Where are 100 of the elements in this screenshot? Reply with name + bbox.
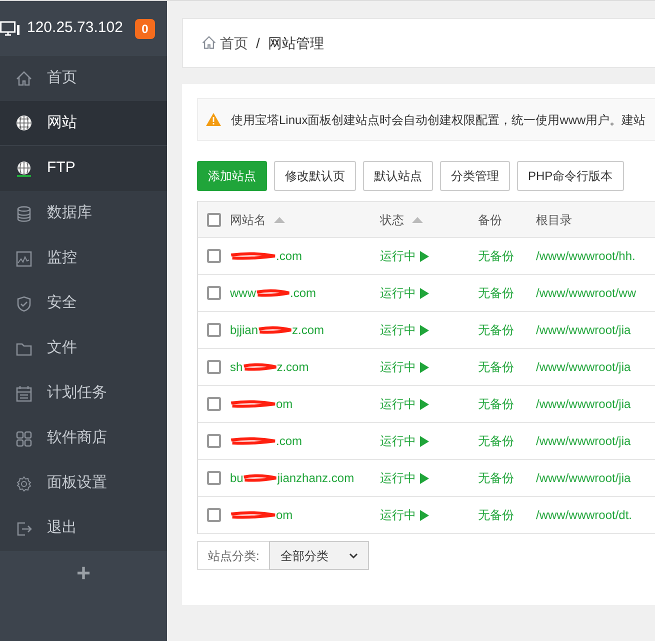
site-name[interactable]: sh bbox=[230, 358, 243, 376]
grid-icon bbox=[15, 430, 33, 448]
nav-item[interactable]: 面板设置 bbox=[0, 461, 167, 506]
shield-icon bbox=[15, 294, 33, 312]
toolbar-button[interactable]: 分类管理 bbox=[440, 161, 510, 191]
breadcrumb-current: 网站管理 bbox=[268, 34, 324, 52]
site-name[interactable]: bu bbox=[230, 469, 244, 487]
filter-label: 站点分类: bbox=[197, 541, 270, 570]
site-name[interactable]: .com bbox=[290, 284, 316, 302]
redaction-mark bbox=[230, 252, 276, 260]
calendar-icon bbox=[15, 384, 33, 402]
sort-icon[interactable] bbox=[412, 216, 423, 222]
backup-status[interactable]: 无备份 bbox=[478, 471, 514, 485]
chart-icon bbox=[15, 250, 33, 268]
backup-status[interactable]: 无备份 bbox=[478, 434, 514, 448]
column-header: 备份 bbox=[478, 212, 502, 228]
globe-icon bbox=[15, 160, 33, 178]
notice-text: 使用宝塔Linux面板创建站点时会自动创建权限配置，统一使用www用户。建站 bbox=[231, 112, 646, 128]
play-icon[interactable] bbox=[420, 510, 429, 520]
computer-icon bbox=[0, 20, 20, 36]
nav-item[interactable]: 数据库 bbox=[0, 191, 167, 236]
play-icon[interactable] bbox=[420, 288, 429, 298]
nav-item[interactable]: 软件商店 bbox=[0, 416, 167, 461]
status-text[interactable]: 运行中 bbox=[380, 284, 416, 302]
notification-badge[interactable]: 0 bbox=[135, 18, 155, 38]
site-name[interactable]: .com bbox=[276, 247, 302, 265]
backup-status[interactable]: 无备份 bbox=[478, 508, 514, 522]
breadcrumb-link[interactable]: 首页 bbox=[220, 32, 248, 54]
checkbox[interactable] bbox=[207, 286, 221, 300]
checkbox[interactable] bbox=[207, 434, 221, 448]
root-path[interactable]: /www/wwwroot/dt. bbox=[536, 508, 632, 522]
toolbar-button[interactable]: 修改默认页 bbox=[274, 161, 356, 191]
column-header[interactable]: 状态 bbox=[380, 210, 404, 228]
checkbox[interactable] bbox=[207, 360, 221, 374]
root-path[interactable]: /www/wwwroot/hh. bbox=[536, 249, 636, 263]
site-name[interactable]: z.com bbox=[292, 321, 324, 339]
site-name[interactable]: z.com bbox=[276, 358, 309, 376]
redaction-mark bbox=[230, 511, 276, 519]
status-text[interactable]: 运行中 bbox=[380, 469, 416, 487]
column-header[interactable]: 网站名 bbox=[230, 210, 266, 228]
root-path[interactable]: /www/wwwroot/jia bbox=[536, 434, 631, 448]
site-name[interactable]: bjjian bbox=[230, 321, 258, 339]
root-path[interactable]: /www/wwwroot/jia bbox=[536, 471, 631, 485]
nav-item[interactable]: 文件 bbox=[0, 326, 167, 371]
nav-item[interactable]: 首页 bbox=[0, 56, 167, 101]
status-text[interactable]: 运行中 bbox=[380, 358, 416, 376]
category-select[interactable]: 全部分类 bbox=[269, 541, 370, 570]
site-name[interactable]: .com bbox=[276, 432, 302, 450]
status-text[interactable]: 运行中 bbox=[380, 506, 416, 524]
backup-status[interactable]: 无备份 bbox=[478, 323, 514, 337]
backup-status[interactable]: 无备份 bbox=[478, 286, 514, 300]
warning-icon bbox=[206, 113, 221, 126]
root-path[interactable]: /www/wwwroot/jia bbox=[536, 397, 631, 411]
checkbox[interactable] bbox=[207, 397, 221, 411]
checkbox[interactable] bbox=[207, 323, 221, 337]
database-icon bbox=[15, 204, 33, 222]
redaction-mark bbox=[256, 289, 290, 297]
toolbar-button[interactable]: 添加站点 bbox=[197, 161, 267, 191]
status-text[interactable]: 运行中 bbox=[380, 395, 416, 413]
chevron-down-icon bbox=[349, 552, 358, 558]
play-icon[interactable] bbox=[420, 324, 429, 336]
play-icon[interactable] bbox=[420, 472, 429, 484]
backup-status[interactable]: 无备份 bbox=[478, 360, 514, 374]
checkbox[interactable] bbox=[207, 471, 221, 485]
root-path[interactable]: /www/wwwroot/jia bbox=[536, 360, 631, 374]
toolbar-button[interactable]: PHP命令行版本 bbox=[517, 161, 624, 191]
site-name[interactable]: om bbox=[276, 395, 293, 413]
play-icon[interactable] bbox=[420, 398, 429, 410]
status-text[interactable]: 运行中 bbox=[380, 321, 416, 339]
root-path[interactable]: /www/wwwroot/ww bbox=[536, 286, 636, 300]
status-text[interactable]: 运行中 bbox=[380, 247, 416, 265]
globe-icon bbox=[15, 114, 33, 132]
site-name[interactable]: www bbox=[230, 284, 256, 302]
home-icon bbox=[15, 70, 33, 88]
nav-item[interactable]: 网站 bbox=[0, 101, 167, 146]
play-icon[interactable] bbox=[420, 362, 429, 372]
checkbox[interactable] bbox=[207, 212, 221, 226]
nav-item[interactable]: FTP bbox=[0, 146, 167, 191]
nav-item[interactable]: 安全 bbox=[0, 281, 167, 326]
nav-item[interactable]: 退出 bbox=[0, 506, 167, 551]
redaction-mark bbox=[230, 437, 276, 445]
column-header: 根目录 bbox=[536, 212, 572, 228]
redaction-mark bbox=[243, 474, 278, 482]
checkbox[interactable] bbox=[207, 249, 221, 263]
toolbar-button[interactable]: 默认站点 bbox=[363, 161, 433, 191]
site-name[interactable]: om bbox=[276, 506, 293, 524]
site-name[interactable]: jianzhanz.com bbox=[277, 469, 354, 487]
settings-icon bbox=[15, 474, 33, 492]
backup-status[interactable]: 无备份 bbox=[478, 249, 514, 263]
breadcrumb-separator: / bbox=[256, 34, 260, 52]
status-text[interactable]: 运行中 bbox=[380, 432, 416, 450]
sort-icon[interactable] bbox=[274, 216, 285, 222]
checkbox[interactable] bbox=[207, 508, 221, 522]
nav-item[interactable]: 计划任务 bbox=[0, 371, 167, 416]
add-button[interactable]: + bbox=[76, 559, 90, 589]
play-icon[interactable] bbox=[420, 436, 429, 446]
backup-status[interactable]: 无备份 bbox=[478, 397, 514, 411]
nav-item[interactable]: 监控 bbox=[0, 236, 167, 281]
root-path[interactable]: /www/wwwroot/jia bbox=[536, 323, 631, 337]
play-icon[interactable] bbox=[420, 250, 429, 262]
